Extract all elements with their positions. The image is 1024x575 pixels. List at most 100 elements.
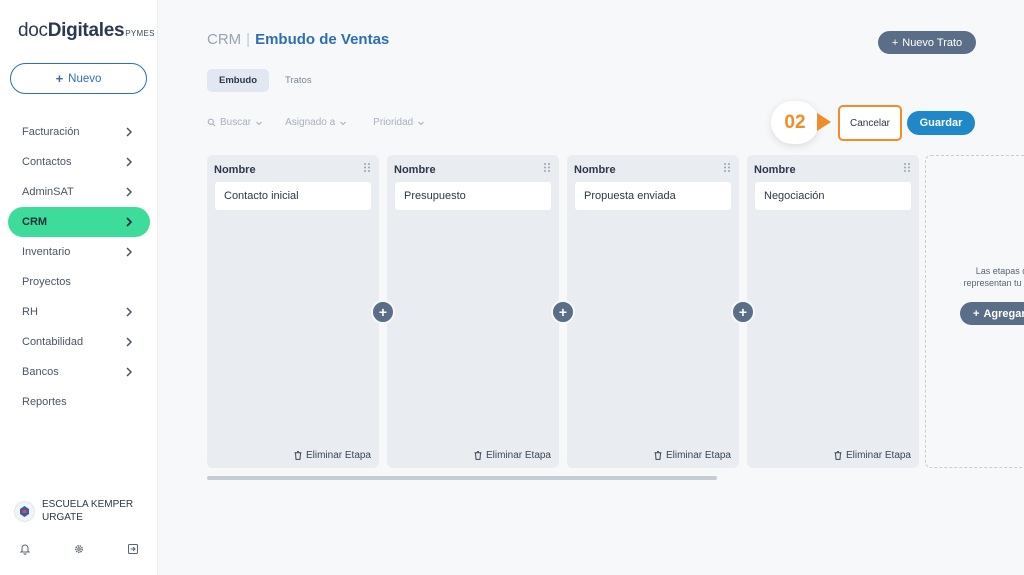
sidebar-item-adminsat[interactable]: AdminSAT [0, 177, 158, 207]
plus-icon: + [55, 71, 64, 86]
brand-part2: Digitales [47, 20, 125, 41]
new-deal-button[interactable]: + Nuevo Trato [878, 31, 976, 54]
plus-icon: + [558, 304, 568, 320]
filter-bar: Buscar Asignado a Prioridad [207, 117, 425, 128]
sidebar-item-crm[interactable]: CRM [8, 207, 150, 237]
sidebar-item-inventario[interactable]: Inventario [0, 237, 158, 267]
trash-icon [654, 451, 662, 460]
insert-stage-button[interactable]: + [371, 300, 395, 324]
stage-header: Nombre [394, 164, 436, 176]
sidebar-item-facturacion[interactable]: Facturación [0, 117, 158, 147]
stage-name-input[interactable]: Negociación [755, 182, 911, 210]
plus-icon: + [891, 36, 899, 49]
gear-icon[interactable] [73, 542, 87, 556]
sidebar-item-label: RH [22, 306, 38, 318]
chevron-down-icon [256, 121, 263, 125]
stage-name-input[interactable]: Propuesta enviada [575, 182, 731, 210]
view-tabs: Embudo Tratos [207, 69, 324, 92]
chevron-right-icon [126, 217, 133, 227]
sidebar-item-label: AdminSAT [22, 186, 74, 198]
horizontal-scrollbar[interactable] [207, 476, 717, 480]
new-stage-hint-line2: representan tu proce [963, 278, 1024, 288]
sidebar-item-bancos[interactable]: Bancos [0, 357, 158, 387]
sidebar-item-reportes[interactable]: Reportes [0, 387, 158, 417]
breadcrumb-separator: | [246, 31, 251, 48]
sidebar-nav: Facturación Contactos AdminSAT CRM Inven… [0, 117, 158, 417]
chevron-right-icon [126, 157, 133, 167]
brand-logo[interactable]: docDigitalesPYMES [18, 20, 155, 42]
priority-filter[interactable]: Prioridad [373, 117, 425, 128]
sidebar-item-label: Facturación [22, 126, 80, 138]
chevron-down-icon [340, 121, 347, 125]
chevron-right-icon [126, 127, 133, 137]
sidebar-item-label: Contabilidad [22, 336, 84, 348]
sidebar-item-label: Contactos [22, 156, 72, 168]
stage-column: Nombre Negociación Eliminar Etapa [747, 155, 919, 468]
brand-part1: doc [18, 20, 48, 41]
plus-icon: + [738, 304, 748, 320]
search-filter[interactable]: Buscar [207, 117, 263, 128]
trash-icon [294, 451, 302, 460]
add-stage-button[interactable]: + Agregar [960, 302, 1024, 325]
breadcrumb-root[interactable]: CRM [207, 31, 241, 48]
plus-icon: + [378, 304, 388, 320]
stage-header: Nombre [574, 164, 616, 176]
insert-stage-button[interactable]: + [551, 300, 575, 324]
chevron-down-icon [418, 121, 425, 125]
add-stage-label: Agregar [983, 307, 1024, 320]
sidebar-item-rh[interactable]: RH [0, 297, 158, 327]
search-label: Buscar [220, 117, 252, 128]
user-name: ESCUELA KEMPER URGATE [42, 499, 134, 523]
delete-stage-button[interactable]: Eliminar Etapa [474, 450, 551, 461]
new-stage-hint: Las etapas del representan tu proce [945, 265, 1024, 289]
save-button[interactable]: Guardar [907, 111, 975, 135]
drag-handle-icon[interactable] [543, 162, 551, 173]
sidebar-item-label: CRM [22, 216, 48, 228]
cancel-button[interactable]: Cancelar [838, 105, 902, 141]
page-title: Embudo de Ventas [255, 31, 390, 48]
insert-stage-button[interactable]: + [731, 300, 755, 324]
school-logo-icon [20, 505, 29, 517]
sidebar-item-contabilidad[interactable]: Contabilidad [0, 327, 158, 357]
sidebar-item-proyectos[interactable]: Proyectos [0, 267, 158, 297]
new-stage-hint-line1: Las etapas del [975, 266, 1024, 276]
delete-stage-button[interactable]: Eliminar Etapa [834, 450, 911, 461]
search-icon [207, 118, 216, 127]
sidebar-footer [0, 542, 158, 558]
sidebar-item-label: Inventario [22, 246, 71, 258]
sidebar-item-contactos[interactable]: Contactos [0, 147, 158, 177]
stage-name-input[interactable]: Contacto inicial [215, 182, 371, 210]
callout-arrow-icon [817, 113, 831, 131]
bell-icon[interactable] [19, 542, 33, 556]
new-deal-label: Nuevo Trato [902, 36, 963, 49]
sidebar-item-label: Reportes [22, 396, 67, 408]
stage-header: Nombre [754, 164, 796, 176]
delete-stage-button[interactable]: Eliminar Etapa [654, 450, 731, 461]
stage-name-input[interactable]: Presupuesto [395, 182, 551, 210]
chevron-right-icon [126, 367, 133, 377]
user-profile[interactable]: ESCUELA KEMPER URGATE [14, 498, 142, 524]
delete-stage-label: Eliminar Etapa [845, 450, 911, 461]
chevron-right-icon [126, 187, 133, 197]
step-callout: 02 [771, 101, 819, 144]
delete-stage-label: Eliminar Etapa [305, 450, 371, 461]
sidebar-item-label: Bancos [22, 366, 59, 378]
drag-handle-icon[interactable] [723, 162, 731, 173]
new-stage-column: Las etapas del representan tu proce + Ag… [925, 155, 1024, 468]
tab-embudo[interactable]: Embudo [207, 69, 269, 92]
stage-column: Nombre Contacto inicial Eliminar Etapa [207, 155, 379, 468]
sidebar: docDigitalesPYMES + Nuevo Facturación Co… [0, 0, 158, 575]
assigned-filter[interactable]: Asignado a [285, 117, 347, 128]
logout-icon[interactable] [127, 542, 141, 556]
assigned-label: Asignado a [285, 117, 336, 128]
new-button[interactable]: + Nuevo [10, 63, 147, 94]
priority-label: Prioridad [373, 117, 414, 128]
delete-stage-label: Eliminar Etapa [665, 450, 731, 461]
drag-handle-icon[interactable] [903, 162, 911, 173]
delete-stage-button[interactable]: Eliminar Etapa [294, 450, 371, 461]
trash-icon [474, 451, 482, 460]
drag-handle-icon[interactable] [363, 162, 371, 173]
chevron-right-icon [126, 307, 133, 317]
brand-suffix: PYMES [125, 29, 155, 38]
tab-tratos[interactable]: Tratos [273, 69, 324, 92]
